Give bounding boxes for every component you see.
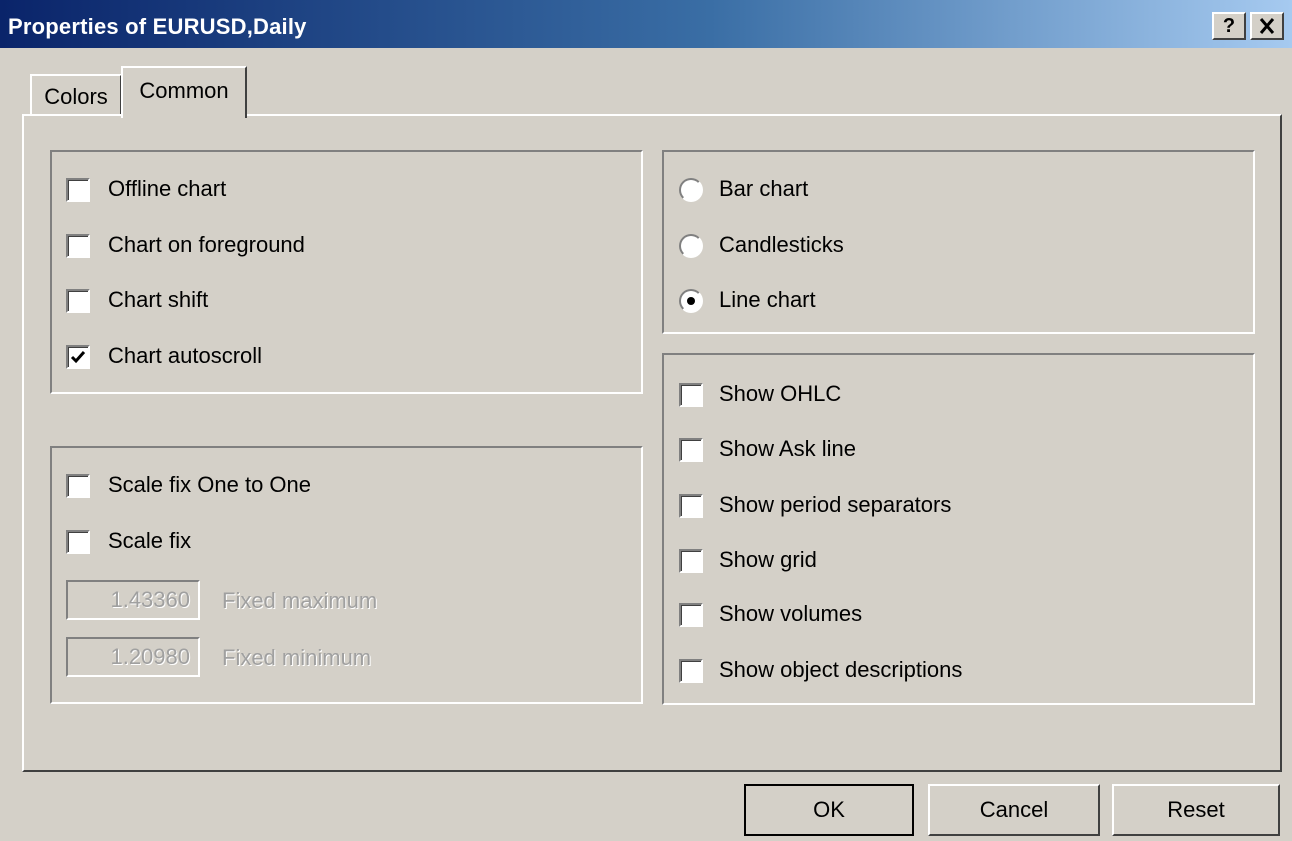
scale-fix-checkbox[interactable] xyxy=(66,530,90,554)
fixed-maximum-input[interactable]: 1.43360 xyxy=(66,580,200,620)
show-ohlc-label[interactable]: Show OHLC xyxy=(719,381,841,407)
show-period-separators-label[interactable]: Show period separators xyxy=(719,492,951,518)
checkmark-icon xyxy=(70,351,86,364)
chart-autoscroll-label[interactable]: Chart autoscroll xyxy=(108,343,262,369)
fixed-minimum-label: Fixed minimum xyxy=(222,645,372,670)
cancel-button[interactable]: Cancel xyxy=(928,784,1100,836)
show-ohlc-checkbox[interactable] xyxy=(679,383,703,407)
close-icon xyxy=(1259,18,1275,34)
chart-on-foreground-label[interactable]: Chart on foreground xyxy=(108,232,305,258)
show-period-separators-checkbox[interactable] xyxy=(679,494,703,518)
scale-fix-one-to-one-checkbox[interactable] xyxy=(66,474,90,498)
show-ask-line-checkbox[interactable] xyxy=(679,438,703,462)
line-chart-label[interactable]: Line chart xyxy=(719,287,816,313)
chart-shift-checkbox[interactable] xyxy=(66,289,90,313)
reset-button[interactable]: Reset xyxy=(1112,784,1280,836)
title-bar[interactable]: Properties of EURUSD,Daily ? xyxy=(0,0,1292,48)
offline-chart-checkbox[interactable] xyxy=(66,178,90,202)
fixed-maximum-label: Fixed maximum xyxy=(222,588,378,613)
chart-on-foreground-checkbox[interactable] xyxy=(66,234,90,258)
line-chart-radio[interactable] xyxy=(679,289,703,313)
show-grid-label[interactable]: Show grid xyxy=(719,547,817,573)
window-title: Properties of EURUSD,Daily xyxy=(8,14,307,39)
fixed-minimum-input[interactable]: 1.20980 xyxy=(66,637,200,677)
bar-chart-radio[interactable] xyxy=(679,178,703,202)
chart-autoscroll-checkbox[interactable] xyxy=(66,345,90,369)
show-volumes-label[interactable]: Show volumes xyxy=(719,601,862,627)
bar-chart-label[interactable]: Bar chart xyxy=(719,176,808,202)
chart-shift-label[interactable]: Chart shift xyxy=(108,287,208,313)
help-button[interactable]: ? xyxy=(1212,12,1246,40)
tab-colors[interactable]: Colors xyxy=(30,74,122,116)
show-ask-line-label[interactable]: Show Ask line xyxy=(719,436,856,462)
show-grid-checkbox[interactable] xyxy=(679,549,703,573)
show-volumes-checkbox[interactable] xyxy=(679,603,703,627)
scale-fix-label[interactable]: Scale fix xyxy=(108,528,191,554)
show-object-descriptions-label[interactable]: Show object descriptions xyxy=(719,657,962,683)
candlesticks-radio[interactable] xyxy=(679,234,703,258)
radio-selected-dot xyxy=(687,297,695,305)
ok-button[interactable]: OK xyxy=(744,784,914,836)
offline-chart-label[interactable]: Offline chart xyxy=(108,176,226,202)
scale-fix-one-to-one-label[interactable]: Scale fix One to One xyxy=(108,472,311,498)
tab-common[interactable]: Common xyxy=(121,66,247,118)
show-object-descriptions-checkbox[interactable] xyxy=(679,659,703,683)
close-button[interactable] xyxy=(1250,12,1284,40)
candlesticks-label[interactable]: Candlesticks xyxy=(719,232,844,258)
